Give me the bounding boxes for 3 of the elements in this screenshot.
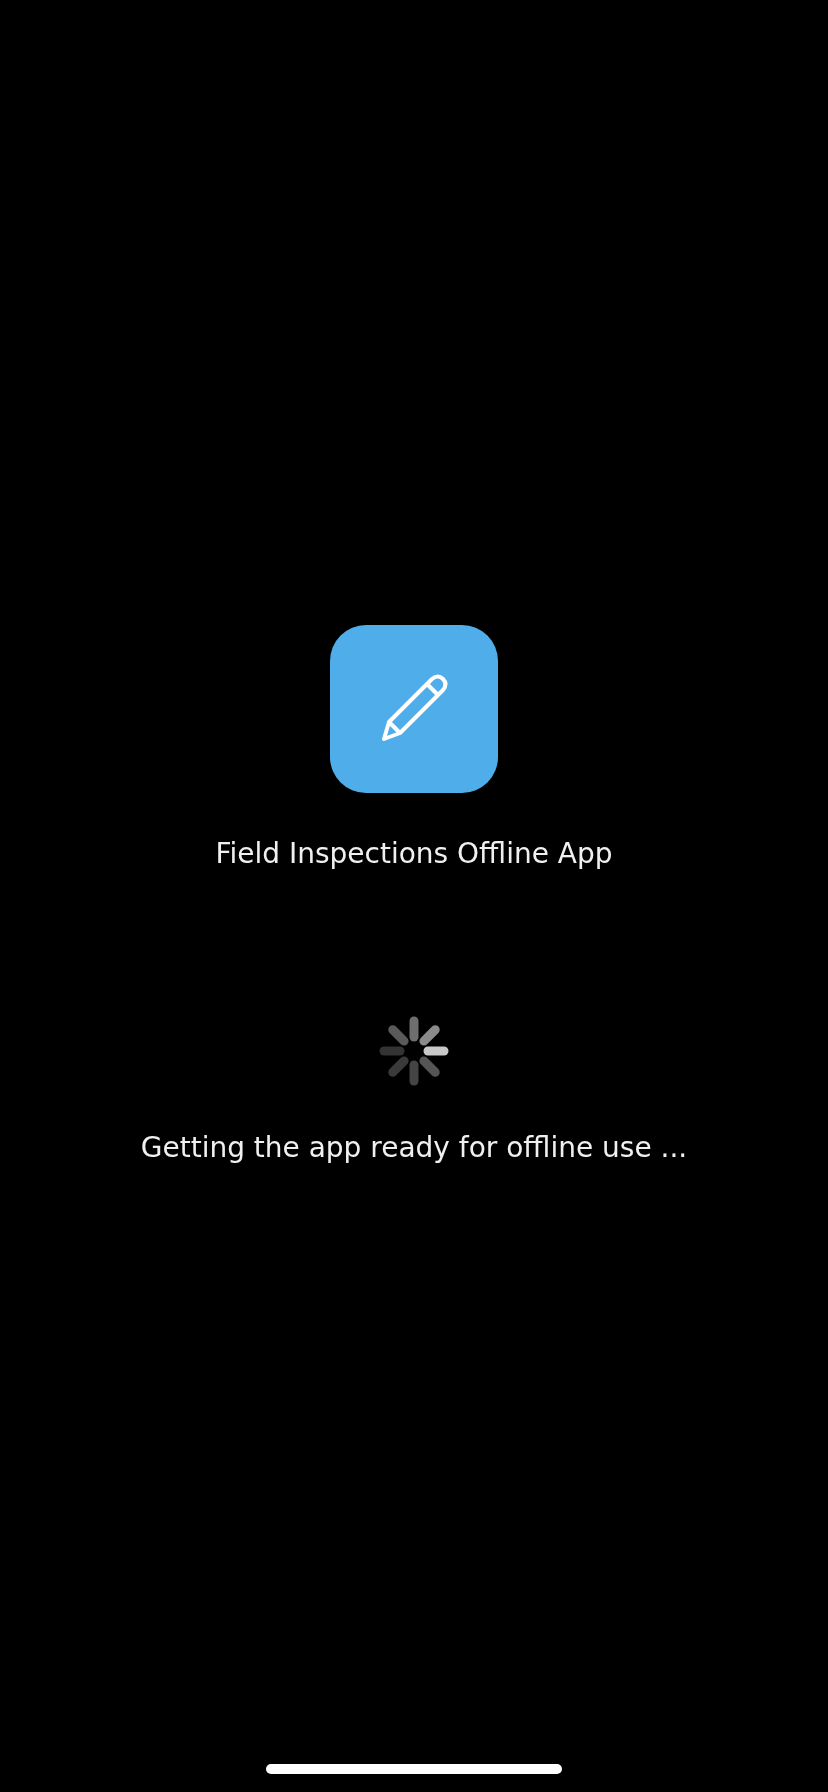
spinner-icon	[378, 1015, 450, 1087]
app-title: Field Inspections Offline App	[215, 837, 613, 871]
loading-message: Getting the app ready for offline use ...	[140, 1131, 688, 1165]
